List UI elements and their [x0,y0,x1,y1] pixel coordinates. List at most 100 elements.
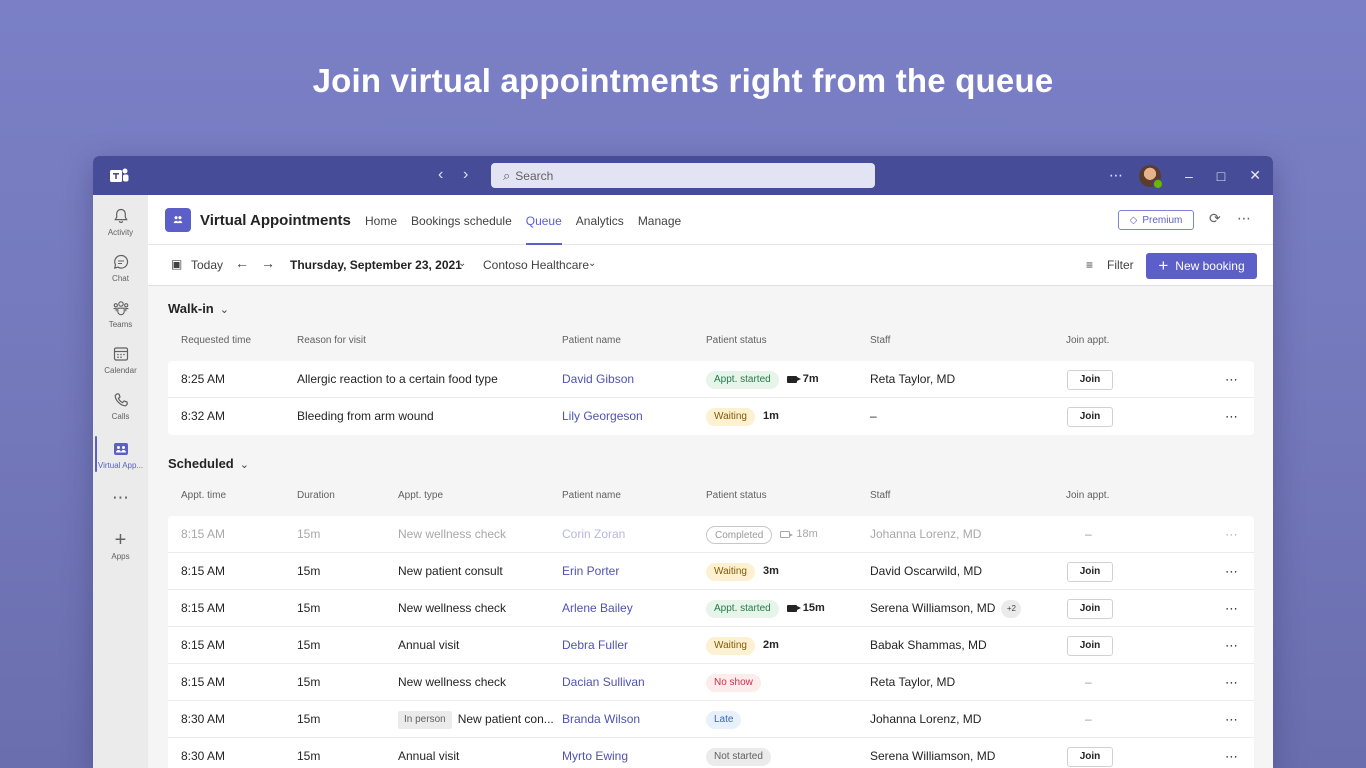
staff-name: Serena Williamson, MD +2 [870,590,1022,627]
additional-staff-badge[interactable]: +2 [1001,599,1022,618]
rail-item-virtual-appointments[interactable]: Virtual App... [93,436,148,472]
forward-arrow-icon[interactable]: › [463,166,468,184]
chevron-down-icon[interactable]: ⌄ [458,258,466,269]
appt-time: 8:15 AM [181,675,226,689]
join-button[interactable]: Join [1067,746,1113,767]
scheduled-section-header[interactable]: Scheduled ⌄ [168,456,249,471]
appt-type-label: New wellness check [398,527,507,541]
appt-time: 8:15 AM [181,638,226,652]
appt-type: New patient consult [398,553,503,590]
wait-time: 3m [762,565,779,578]
previous-day-arrow-icon[interactable]: ← [235,255,249,271]
appt-time: 8:30 AM [181,749,226,763]
patient-name-link[interactable]: Erin Porter [562,553,619,590]
rail-item-chat[interactable]: Chat [93,253,148,283]
patient-status-cell: Appt. started 15m [706,590,825,627]
rail-item-teams[interactable]: Teams [93,299,148,329]
app-header: Virtual Appointments Home Bookings sched… [148,195,1273,245]
tab-analytics[interactable]: Analytics [576,195,624,245]
appt-type: In person New patient con... [398,701,554,738]
row-more-icon[interactable]: ⋯ [1225,361,1239,398]
appt-time: 8:15 AM [181,601,226,615]
join-button[interactable]: Join [1067,561,1113,582]
row-more-icon[interactable]: ⋯ [1225,398,1239,435]
status-badge: Waiting [706,636,755,655]
appt-type: New wellness check [398,590,506,627]
appt-type-label: New patient consult [398,564,503,578]
col-reason: Reason for visit [297,335,366,346]
duration: 15m [297,564,321,578]
date-picker[interactable]: Thursday, September 23, 2021 [290,258,462,272]
tab-manage[interactable]: Manage [638,195,681,245]
premium-label: Premium [1142,214,1183,226]
patient-name-link[interactable]: Arlene Bailey [562,590,633,627]
appt-type-label: Annual visit [398,749,460,763]
staff-name-label: Serena Williamson, MD [870,601,996,615]
new-booking-button[interactable]: + New booking [1146,253,1257,279]
join-button[interactable]: Join [1067,598,1113,619]
organization-picker[interactable]: Contoso Healthcare [483,258,589,272]
appt-type-label: Annual visit [398,638,460,652]
col-appt-type: Appt. type [398,490,444,501]
back-arrow-icon[interactable]: ‹ [438,166,443,184]
patient-name-link[interactable]: Debra Fuller [562,627,628,664]
tab-bookings-schedule[interactable]: Bookings schedule [411,195,512,245]
filter-icon[interactable]: ≡ [1086,258,1093,272]
staff-name: – [870,409,877,423]
window-controls: ⋯ – □ ✕ [1085,156,1261,195]
row-more-icon[interactable]: ⋯ [1225,701,1239,738]
search-icon: ⌕ [503,167,511,183]
app-title: Virtual Appointments [200,212,351,229]
more-options-icon[interactable]: ⋯ [1109,167,1123,184]
row-more-icon[interactable]: ⋯ [1225,738,1239,768]
rail-item-apps[interactable]: + Apps [93,529,148,561]
plus-icon: + [114,529,127,551]
next-day-arrow-icon[interactable]: → [261,255,275,271]
wait-time: 7m [802,373,819,386]
row-more-icon[interactable]: ⋯ [1225,627,1239,664]
today-button[interactable]: Today [191,258,223,272]
appt-time: 8:15 AM [181,564,226,578]
appt-type: New wellness check [398,516,506,553]
refresh-icon[interactable]: ⟳ [1209,210,1221,227]
join-button[interactable]: Join [1067,406,1113,427]
filter-button[interactable]: Filter [1107,258,1134,272]
patient-status-cell: Late [706,701,742,738]
row-more-icon[interactable]: ⋯ [1225,664,1239,701]
avatar[interactable] [1139,164,1163,189]
more-options-icon[interactable]: ⋯ [1237,210,1251,227]
duration: 15m [297,712,321,726]
close-icon[interactable]: ✕ [1249,167,1261,184]
in-person-tag: In person [398,710,452,729]
app-tabs: Home Bookings schedule Queue Analytics M… [365,195,695,245]
patient-name-link[interactable]: Branda Wilson [562,701,640,738]
patient-name-link[interactable]: Lily Georgeson [562,398,643,435]
patient-name-link[interactable]: Myrto Ewing [562,738,628,768]
teams-icon [113,301,128,316]
chevron-down-icon[interactable]: ⌄ [588,258,596,269]
rail-item-more[interactable]: ⋯ [93,489,148,507]
walkin-section-header[interactable]: Walk-in ⌄ [168,301,229,316]
rail-item-activity[interactable]: Activity [93,207,148,237]
row-more-icon[interactable]: ⋯ [1225,553,1239,590]
minimize-icon[interactable]: – [1185,168,1193,184]
patient-status-cell: Completed 18m [706,516,818,553]
search-input[interactable]: ⌕ Search [491,163,875,188]
patient-name-link[interactable]: David Gibson [562,361,634,398]
join-button[interactable]: Join [1067,369,1113,390]
teams-logo-icon [110,168,129,182]
rail-item-calls[interactable]: Calls [93,391,148,421]
col-staff: Staff [870,490,891,501]
status-badge: Waiting [706,562,755,581]
patient-name-link[interactable]: Dacian Sullivan [562,664,645,701]
premium-button[interactable]: ◇ Premium [1118,210,1194,230]
patient-name-link[interactable]: Corin Zoran [562,516,625,553]
rail-item-calendar[interactable]: Calendar [93,345,148,375]
status-badge: Late [706,710,742,729]
maximize-icon[interactable]: □ [1217,168,1225,184]
tab-queue[interactable]: Queue [525,195,562,245]
join-button[interactable]: Join [1067,635,1113,656]
row-more-icon[interactable]: ⋯ [1225,516,1239,553]
row-more-icon[interactable]: ⋯ [1225,590,1239,627]
tab-home[interactable]: Home [365,195,397,245]
